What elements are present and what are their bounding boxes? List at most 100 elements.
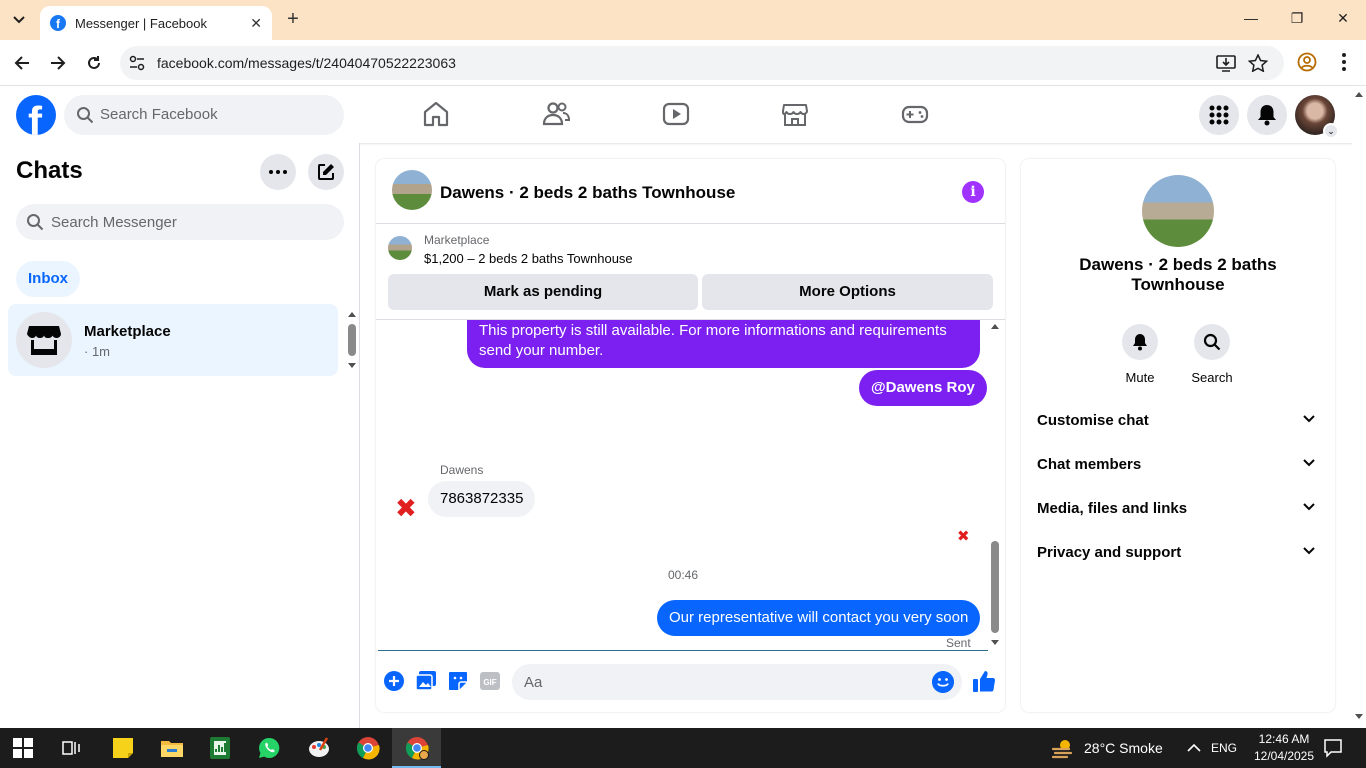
browser-toolbar: facebook.com/messages/t/2404047052222306… (0, 40, 1366, 86)
chat-list-item[interactable]: Marketplace · 1m (8, 304, 338, 376)
photo-icon[interactable] (415, 670, 437, 692)
home-icon[interactable] (421, 99, 451, 129)
menu-grid-button[interactable] (1199, 95, 1239, 135)
facebook-header: f Search Facebook ⌄ (0, 87, 1352, 143)
facebook-logo-icon[interactable]: f (16, 95, 56, 135)
sticker-icon[interactable] (447, 670, 469, 692)
info-icon[interactable]: i (962, 181, 984, 203)
restore-button[interactable]: ❐ (1287, 10, 1307, 27)
facebook-search-input[interactable]: Search Facebook (64, 95, 344, 135)
install-app-icon[interactable] (1216, 54, 1236, 72)
video-icon[interactable] (661, 99, 691, 129)
windows-start-icon[interactable] (13, 738, 33, 758)
message-timestamp: 00:46 (667, 568, 699, 582)
red-cross-small-icon: ✖ (957, 528, 970, 545)
arrow-left-icon (14, 56, 29, 70)
site-settings-icon[interactable] (129, 55, 145, 71)
chevron-down-icon (1303, 459, 1315, 467)
emoji-icon[interactable] (932, 671, 954, 693)
svg-text:GIF: GIF (483, 678, 496, 687)
plus-circle-icon[interactable] (383, 670, 405, 692)
friends-icon[interactable] (541, 99, 571, 129)
page-scrollbar[interactable] (1352, 87, 1366, 728)
message-input[interactable]: Aa (512, 664, 962, 700)
chevron-down-icon: ⌄ (1323, 123, 1339, 139)
reload-icon (88, 56, 100, 69)
minimize-button[interactable]: — (1241, 10, 1261, 26)
gaming-icon[interactable] (900, 99, 930, 129)
messenger-search-input[interactable]: Search Messenger (16, 204, 344, 240)
chat-options-button[interactable] (260, 154, 296, 190)
url-text: facebook.com/messages/t/2404047052222306… (157, 55, 456, 71)
customise-chat-section[interactable]: Customise chat (1037, 412, 1319, 436)
notifications-button[interactable] (1247, 95, 1287, 135)
chat-time: · 1m (84, 344, 110, 359)
chats-scrollbar[interactable] (346, 309, 358, 371)
conversation-header: Dawens · 2 beds 2 baths Townhouse i (376, 159, 1005, 224)
section-label: Chat members (1037, 456, 1142, 473)
browser-menu-icon[interactable] (1334, 51, 1354, 73)
outgoing-message: Our representative will contact you very… (657, 600, 981, 636)
address-bar[interactable]: facebook.com/messages/t/2404047052222306… (120, 46, 1284, 80)
new-message-button[interactable] (308, 154, 344, 190)
chevron-up-icon[interactable] (1186, 740, 1202, 756)
weather-text[interactable]: 28°C Smoke (1084, 740, 1163, 756)
bookmark-star-icon[interactable] (1248, 54, 1268, 72)
browser-tab[interactable]: f Messenger | Facebook ✕ (40, 6, 272, 40)
reload-button[interactable] (83, 52, 105, 74)
conversation-title[interactable]: Dawens · 2 beds 2 baths Townhouse (440, 183, 735, 203)
notification-center-icon[interactable] (1323, 738, 1343, 758)
close-tab-icon[interactable]: ✕ (250, 15, 262, 32)
red-cross-icon: ✖ (395, 493, 417, 523)
listing-source: Marketplace (424, 233, 490, 247)
new-tab-button[interactable]: + (282, 9, 304, 31)
weather-smoke-icon[interactable] (1051, 736, 1075, 760)
mute-button[interactable]: Mute (1112, 324, 1168, 385)
file-explorer-icon[interactable] (160, 736, 184, 760)
whatsapp-icon[interactable] (257, 736, 281, 760)
back-button[interactable] (11, 52, 33, 74)
search-icon (1194, 324, 1230, 360)
tab-search-button[interactable] (6, 8, 32, 32)
incoming-message: 7863872335 (428, 481, 536, 517)
conversation-avatar[interactable] (392, 170, 432, 210)
forward-button[interactable] (47, 52, 69, 74)
clock-time[interactable]: 12:46 AM (1246, 732, 1322, 746)
chevron-down-icon (1303, 547, 1315, 555)
mark-pending-button[interactable]: Mark as pending (388, 274, 698, 310)
listing-profile-picture[interactable] (1142, 175, 1214, 247)
listing-title[interactable]: $1,200 – 2 beds 2 baths Townhouse (424, 251, 633, 266)
sticky-notes-icon[interactable] (111, 736, 135, 760)
marketplace-avatar (16, 312, 72, 368)
tab-title: Messenger | Facebook (75, 15, 207, 31)
compose-icon (318, 164, 334, 180)
privacy-support-section[interactable]: Privacy and support (1037, 544, 1319, 568)
listing-thumbnail[interactable] (388, 236, 412, 260)
message-status: Sent (946, 636, 971, 650)
more-options-button[interactable]: More Options (702, 274, 993, 310)
message-composer: GIF Aa (376, 659, 1005, 705)
paint-app-icon[interactable] (307, 736, 331, 760)
task-view-icon[interactable] (61, 738, 81, 758)
chrome-icon[interactable] (356, 736, 380, 760)
info-panel-title: Dawens · 2 beds 2 baths Townhouse (1079, 255, 1277, 294)
profile-icon[interactable] (1297, 52, 1317, 72)
media-files-links-section[interactable]: Media, files and links (1037, 500, 1319, 524)
close-window-button[interactable]: ✕ (1333, 10, 1353, 27)
message-list: This property is still available. For mo… (376, 320, 990, 650)
chats-title: Chats (16, 157, 83, 184)
spreadsheet-app-icon[interactable] (208, 736, 232, 760)
chat-members-section[interactable]: Chat members (1037, 456, 1319, 480)
messages-scrollbar[interactable] (988, 320, 1002, 650)
search-in-conversation-button[interactable]: Search (1184, 324, 1240, 385)
chrome-profile-icon[interactable] (405, 736, 429, 760)
message-input-placeholder: Aa (524, 674, 543, 691)
like-thumb-icon[interactable] (972, 669, 996, 693)
account-avatar[interactable]: ⌄ (1295, 95, 1339, 139)
windows-taskbar: 28°C Smoke ENG 12:46 AM 12/04/2025 (0, 728, 1366, 768)
gif-icon[interactable]: GIF (479, 670, 501, 692)
language-indicator[interactable]: ENG (1210, 741, 1238, 755)
clock-date[interactable]: 12/04/2025 (1246, 749, 1322, 763)
inbox-filter-tab[interactable]: Inbox (16, 261, 80, 297)
marketplace-icon[interactable] (780, 99, 810, 129)
